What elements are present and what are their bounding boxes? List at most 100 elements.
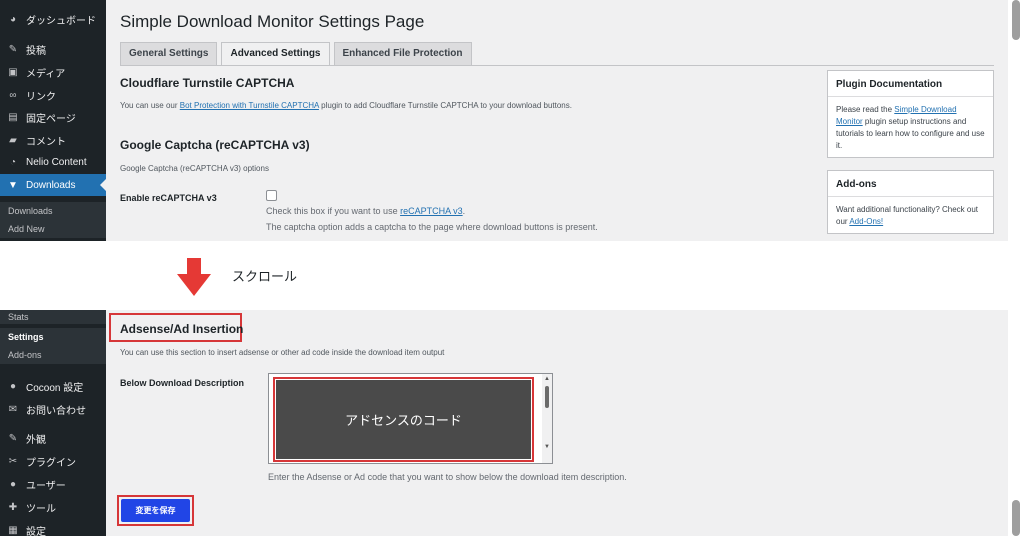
- addons-title: Add-ons: [828, 171, 993, 197]
- tabs-divider: [120, 65, 994, 66]
- scroll-label: スクロール: [232, 269, 298, 284]
- google-captcha-heading: Google Captcha (reCAPTCHA v3): [120, 138, 310, 152]
- plugin-documentation-title: Plugin Documentation: [828, 71, 993, 97]
- addons-box: Add-ons Want additional functionality? C…: [827, 170, 994, 234]
- menu-label: メディア: [26, 68, 66, 80]
- plugin-documentation-box: Plugin Documentation Please read the Sim…: [827, 70, 994, 158]
- comment-icon: ▰: [9, 134, 17, 146]
- recaptcha-link[interactable]: reCAPTCHA v3: [400, 206, 463, 216]
- link-icon: ∞: [9, 89, 17, 101]
- tab-enhanced-file-protection[interactable]: Enhanced File Protection: [333, 42, 472, 66]
- menu-label: ユーザー: [26, 480, 66, 492]
- nelio-icon: ◔: [9, 156, 17, 168]
- bottom-screenshot-panel: Stats Settings Add-ons ● Cocoon 設定 ✉ お問い合わ…: [0, 310, 1024, 536]
- cloudflare-description: You can use our Bot Protection with Turn…: [120, 101, 572, 110]
- textarea-scrollbar[interactable]: ▲ ▼: [542, 374, 552, 463]
- menu-label: Downloads: [26, 179, 76, 191]
- menu-label: 固定ページ: [26, 113, 76, 125]
- menu-label: お問い合わせ: [26, 405, 86, 417]
- enable-recaptcha-label: Enable reCAPTCHA v3: [120, 193, 217, 203]
- menu-label: Cocoon 設定: [26, 382, 84, 394]
- menu-label: ダッシュボード: [26, 15, 96, 27]
- plugin-documentation-body: Please read the Simple Download Monitor …: [828, 97, 993, 159]
- mail-icon: ✉: [8, 403, 18, 415]
- ad-code-textarea[interactable]: アドセンスのコード ▲ ▼: [268, 373, 553, 464]
- menu-settings[interactable]: ▦ 設定: [0, 519, 106, 536]
- pin-icon: ✎: [8, 43, 18, 55]
- addons-body: Want additional functionality? Check out…: [828, 197, 993, 235]
- download-icon: ▼: [8, 179, 18, 191]
- media-icon: ▣: [8, 66, 18, 78]
- scroll-down-arrow-icon: [177, 258, 211, 296]
- menu-label: プラグイン: [26, 457, 76, 469]
- cocoon-icon: ●: [9, 380, 17, 392]
- page-icon: ▤: [8, 111, 18, 123]
- submenu-stats[interactable]: Stats: [0, 310, 106, 324]
- recaptcha-help-2: The captcha option adds a captcha to the…: [266, 222, 598, 232]
- save-changes-button[interactable]: 変更を保存: [121, 499, 190, 522]
- submenu-add-new[interactable]: Add New: [0, 220, 106, 238]
- settings-tabs: General Settings Advanced Settings Enhan…: [120, 42, 476, 66]
- menu-media[interactable]: ▣ メディア: [0, 61, 106, 83]
- cloudflare-text-before: You can use our: [120, 101, 180, 110]
- scroll-down-icon[interactable]: ▼: [544, 444, 550, 450]
- top-scrollbar-thumb[interactable]: [1012, 0, 1020, 40]
- user-icon: ●: [9, 478, 17, 490]
- menu-label: 設定: [26, 526, 46, 536]
- bottom-scrollbar[interactable]: [1008, 310, 1024, 536]
- textarea-scroll-thumb[interactable]: [545, 386, 549, 408]
- menu-label: コメント: [26, 136, 66, 148]
- tool-icon: ✚: [8, 501, 18, 513]
- recaptcha-help-before: Check this box if you want to use: [266, 206, 401, 216]
- menu-users[interactable]: ● ユーザー: [0, 473, 106, 495]
- recaptcha-help-after: .: [462, 206, 466, 216]
- menu-comments[interactable]: ▰ コメント: [0, 129, 106, 151]
- menu-tools[interactable]: ✚ ツール: [0, 496, 106, 518]
- recaptcha-help: Check this box if you want to use reCAPT…: [266, 206, 465, 216]
- menu-nelio-content[interactable]: ◔ Nelio Content: [0, 151, 106, 173]
- menu-dashboard[interactable]: ◕ ダッシュボード: [0, 8, 106, 30]
- enable-recaptcha-checkbox[interactable]: [266, 190, 277, 201]
- menu-plugins[interactable]: ✂ プラグイン: [0, 450, 106, 472]
- turnstile-plugin-link[interactable]: Bot Protection with Turnstile CAPTCHA: [180, 101, 319, 110]
- below-download-description-label: Below Download Description: [120, 378, 245, 388]
- adsense-help: Enter the Adsense or Ad code that you wa…: [268, 472, 627, 482]
- settings-content: Simple Download Monitor Settings Page Ge…: [106, 0, 1024, 241]
- page-title: Simple Download Monitor Settings Page: [120, 12, 425, 31]
- plugin-icon: ✂: [8, 455, 18, 467]
- menu-label: 投稿: [26, 45, 46, 57]
- cloudflare-heading: Cloudflare Turnstile CAPTCHA: [120, 76, 295, 90]
- menu-contact[interactable]: ✉ お問い合わせ: [0, 398, 106, 420]
- menu-pages[interactable]: ▤ 固定ページ: [0, 106, 106, 128]
- dashboard-icon: ◕: [9, 13, 17, 25]
- scroll-up-icon[interactable]: ▲: [544, 376, 550, 382]
- submenu-addons[interactable]: Add-ons: [0, 346, 106, 364]
- cloudflare-text-after: plugin to add Cloudflare Turnstile CAPTC…: [318, 101, 572, 110]
- ad-code-value[interactable]: アドセンスのコード: [276, 380, 531, 459]
- menu-cocoon[interactable]: ● Cocoon 設定: [0, 375, 106, 397]
- menu-downloads[interactable]: ▼ Downloads: [0, 174, 106, 196]
- adsense-content: Adsense/Ad Insertion You can use this se…: [106, 310, 1024, 536]
- adsense-subtext: You can use this section to insert adsen…: [120, 348, 445, 357]
- top-screenshot-panel: ◕ ダッシュボード ✎ 投稿 ▣ メディア ∞ リンク ▤ 固定ページ ▰ コメント ◔ Ne…: [0, 0, 1024, 241]
- appearance-icon: ✎: [8, 432, 18, 444]
- adsense-heading: Adsense/Ad Insertion: [120, 322, 244, 336]
- menu-label: 外観: [26, 434, 46, 446]
- addons-link[interactable]: Add-Ons!: [849, 217, 883, 226]
- top-scrollbar[interactable]: [1008, 0, 1024, 241]
- google-captcha-subtext: Google Captcha (reCAPTCHA v3) options: [120, 164, 269, 173]
- bottom-scrollbar-thumb[interactable]: [1012, 500, 1020, 536]
- menu-posts[interactable]: ✎ 投稿: [0, 38, 106, 60]
- doc-text-before: Please read the: [836, 105, 895, 114]
- tab-general-settings[interactable]: General Settings: [120, 42, 218, 66]
- menu-appearance[interactable]: ✎ 外観: [0, 427, 106, 449]
- menu-links[interactable]: ∞ リンク: [0, 84, 106, 106]
- menu-label: リンク: [26, 91, 56, 103]
- settings-icon: ▦: [8, 524, 18, 536]
- admin-sidebar-bottom: Stats Settings Add-ons ● Cocoon 設定 ✉ お問い合わ…: [0, 310, 106, 536]
- submenu-downloads[interactable]: Downloads: [0, 202, 106, 220]
- menu-label: ツール: [26, 503, 56, 515]
- admin-sidebar: ◕ ダッシュボード ✎ 投稿 ▣ メディア ∞ リンク ▤ 固定ページ ▰ コメント ◔ Ne…: [0, 0, 106, 241]
- submenu-settings[interactable]: Settings: [0, 328, 106, 346]
- tab-advanced-settings[interactable]: Advanced Settings: [221, 42, 330, 66]
